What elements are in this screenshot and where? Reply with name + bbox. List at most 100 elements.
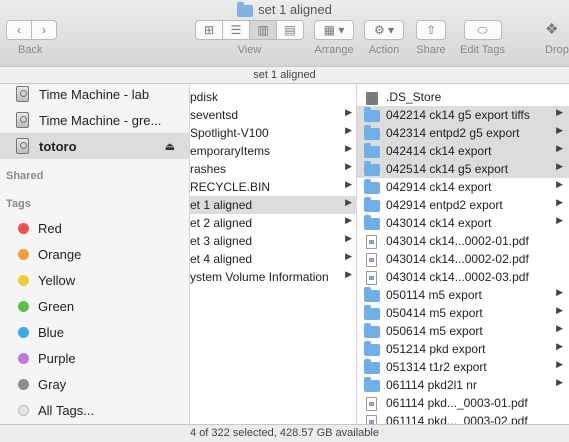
status-text: 4 of 322 selected, 428.57 GB available [190, 427, 379, 439]
list-item[interactable]: seventsd ▶ [190, 106, 356, 124]
sidebar-item-label: All Tags... [38, 402, 95, 418]
sidebar-item-label: Time Machine - gre... [39, 112, 162, 128]
arrange-group: ▦ ▾ Arrange [314, 20, 354, 56]
folder-icon [364, 305, 380, 320]
cover-flow-button[interactable]: ▤ [276, 20, 304, 40]
column-view-button[interactable]: ▥ [249, 20, 277, 40]
list-item-label: seventsd [190, 108, 239, 122]
list-item[interactable]: emporaryItems ▶ [190, 142, 356, 160]
list-item[interactable]: 051314 t1r2 export ▶ [357, 358, 569, 376]
edit-tags-label: Edit Tags [460, 44, 506, 56]
list-item[interactable]: 043014 ck14 export ▶ [357, 214, 569, 232]
list-item[interactable]: 043014 ck14...0002-03.pdf [357, 268, 569, 286]
list-item[interactable]: 042914 entpd2 export ▶ [357, 196, 569, 214]
forward-button[interactable]: › [31, 20, 57, 40]
sidebar-section-tags: Tags [6, 198, 31, 210]
share-button[interactable]: ⇧ [416, 20, 446, 40]
list-item[interactable]: 051214 pkd export ▶ [357, 340, 569, 358]
arrange-button[interactable]: ▦ ▾ [314, 20, 354, 40]
list-item[interactable]: et 3 aligned ▶ [190, 232, 356, 250]
list-item[interactable]: RECYCLE.BIN ▶ [190, 178, 356, 196]
disclosure-arrow-icon: ▶ [556, 161, 563, 171]
action-button[interactable]: ⚙ ▾ [364, 20, 404, 40]
sidebar-item-totoro[interactable]: totoro ⏏ [0, 133, 189, 159]
folder-icon [364, 107, 380, 122]
arrange-icon: ▦ ▾ [323, 23, 345, 37]
list-item-selected[interactable]: et 1 aligned ▶ [190, 196, 356, 214]
list-item-label: 043014 ck14...0002-01.pdf [386, 234, 529, 248]
list-item-selected[interactable]: 042514 ck14 g5 export ▶ [357, 160, 569, 178]
sidebar-tag-red[interactable]: Red [0, 215, 189, 241]
list-item[interactable]: 043014 ck14...0002-02.pdf [357, 250, 569, 268]
disclosure-arrow-icon: ▶ [556, 107, 563, 117]
sidebar-tag-blue[interactable]: Blue [0, 319, 189, 345]
eject-icon[interactable]: ⏏ [165, 140, 175, 153]
list-item[interactable]: 050114 m5 export ▶ [357, 286, 569, 304]
list-item-label: pdisk [190, 90, 219, 104]
gear-icon: ⚙ ▾ [373, 23, 395, 37]
dropbox-label: Drop [545, 44, 569, 56]
list-item[interactable]: et 4 aligned ▶ [190, 250, 356, 268]
list-item-label: 042314 entpd2 g5 export [386, 126, 520, 140]
list-item[interactable]: Spotlight-V100 ▶ [190, 124, 356, 142]
list-item[interactable]: 043014 ck14...0002-01.pdf [357, 232, 569, 250]
tag-color-dot-icon [18, 404, 29, 416]
list-item-label: 042214 ck14 g5 export tiffs [386, 108, 530, 122]
sidebar-tag-orange[interactable]: Orange [0, 241, 189, 267]
list-item-selected[interactable]: 042414 ck14 export ▶ [357, 142, 569, 160]
sidebar-item-label: totoro [39, 138, 77, 154]
list-item[interactable]: .DS_Store [357, 88, 569, 106]
disclosure-arrow-icon: ▶ [556, 359, 563, 369]
dropbox-icon[interactable]: ❖ [545, 20, 558, 40]
chevron-left-icon: ‹ [17, 23, 21, 37]
sidebar-item-label: Gray [38, 376, 67, 392]
list-item-label: 043014 ck14...0002-03.pdf [386, 270, 529, 284]
list-item-label: 061114 pkd2l1 nr [386, 378, 477, 392]
chevron-right-icon: › [42, 23, 46, 37]
list-item-label: et 4 aligned [190, 252, 253, 266]
disclosure-arrow-icon: ▶ [556, 377, 563, 387]
list-item[interactable]: 042914 ck14 export ▶ [357, 178, 569, 196]
list-item[interactable]: 061114 pkd..._0003-02.pdf [357, 412, 569, 424]
sidebar-tag-purple[interactable]: Purple [0, 345, 189, 371]
list-item-label: et 2 aligned [190, 216, 253, 230]
list-item-label: 050114 m5 export [386, 288, 482, 302]
sidebar-tag-all-tags[interactable]: All Tags... [0, 397, 189, 423]
disclosure-arrow-icon: ▶ [556, 143, 563, 153]
list-item[interactable]: 050614 m5 export ▶ [357, 322, 569, 340]
edit-tags-button[interactable]: ⬭ [463, 20, 502, 40]
list-item-label: 042914 ck14 export [386, 180, 492, 194]
sidebar-item-time-machine-lab[interactable]: Time Machine - lab [0, 84, 189, 107]
folder-icon [364, 359, 380, 374]
sidebar-item-label: Green [38, 298, 75, 314]
sidebar-item-label: Yellow [38, 272, 76, 288]
list-item[interactable]: rashes ▶ [190, 160, 356, 178]
sidebar-tag-gray[interactable]: Gray [0, 371, 189, 397]
disclosure-arrow-icon: ▶ [345, 215, 352, 225]
list-item[interactable]: et 2 aligned ▶ [190, 214, 356, 232]
sidebar-tag-green[interactable]: Green [0, 293, 189, 319]
back-button[interactable]: ‹ [6, 20, 32, 40]
list-item[interactable]: 061114 pkd..._0003-01.pdf [357, 394, 569, 412]
list-item[interactable]: pdisk [190, 88, 356, 106]
sidebar-item-label: Blue [38, 324, 65, 340]
sidebar-item-time-machine-gre[interactable]: Time Machine - gre... [0, 107, 189, 133]
list-item[interactable]: 061114 pkd2l1 nr ▶ [357, 376, 569, 394]
disclosure-arrow-icon: ▶ [345, 107, 352, 117]
sidebar-tag-yellow[interactable]: Yellow [0, 267, 189, 293]
folder-icon [364, 179, 380, 194]
list-item-selected[interactable]: 042214 ck14 g5 export tiffs ▶ [357, 106, 569, 124]
list-view-button[interactable]: ☰ [222, 20, 250, 40]
list-item[interactable]: ystem Volume Information ▶ [190, 268, 356, 286]
action-group: ⚙ ▾ Action [364, 20, 404, 56]
list-item-selected[interactable]: 042314 entpd2 g5 export ▶ [357, 124, 569, 142]
disclosure-arrow-icon: ▶ [345, 197, 352, 207]
folder-icon [364, 143, 380, 158]
arrange-label: Arrange [314, 44, 354, 56]
list-item[interactable]: 050414 m5 export ▶ [357, 304, 569, 322]
folder-icon [364, 125, 380, 140]
tag-color-dot-icon [18, 222, 29, 234]
dropbox-group: ❖ Drop [545, 20, 569, 56]
path-bar-label: set 1 aligned [253, 69, 316, 81]
icon-view-button[interactable]: ⊞ [195, 20, 223, 40]
